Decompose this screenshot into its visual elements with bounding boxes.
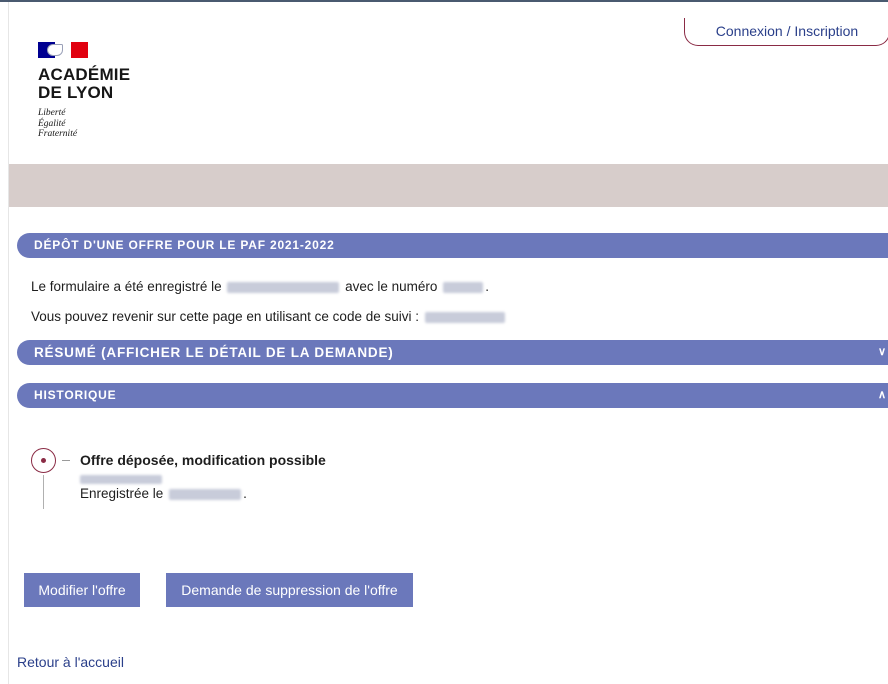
history-entry-saved: Enregistrée le . [80, 486, 247, 501]
timeline-marker-icon [31, 448, 56, 473]
deposit-section-header: DÉPÔT D'UNE OFFRE POUR LE PAF 2021-2022 [17, 233, 888, 258]
history-section-toggle[interactable]: HISTORIQUE ∧ [17, 383, 888, 408]
login-signup-button[interactable]: Connexion / Inscription [684, 18, 888, 46]
chevron-down-icon: ∨ [877, 346, 886, 358]
redacted-saved-date [169, 488, 242, 500]
header-band [9, 164, 888, 207]
academy-logo-title: ACADÉMIE DE LYON [38, 66, 130, 102]
redacted-number [443, 281, 484, 293]
redacted-tracking-code [424, 311, 505, 323]
history-section-title: HISTORIQUE [34, 388, 117, 402]
tracking-prefix: Vous pouvez revenir sur cette page en ut… [31, 309, 419, 324]
tracking-code-text: Vous pouvez revenir sur cette page en ut… [31, 309, 507, 324]
request-delete-offer-button[interactable]: Demande de suppression de l'offre [166, 573, 413, 607]
motto-fraternite: Fraternité [38, 129, 78, 139]
republic-motto: Liberté Égalité Fraternité [38, 108, 77, 140]
history-saved-suffix: . [243, 486, 247, 501]
redacted-entry-date [80, 475, 162, 485]
redacted-date [227, 281, 340, 293]
saved-suffix: . [485, 279, 489, 294]
back-to-home-link[interactable]: Retour à l'accueil [17, 654, 124, 670]
summary-section-title: RÉSUMÉ (AFFICHER LE DÉTAIL DE LA DEMANDE… [34, 345, 394, 360]
saved-confirmation-text: Le formulaire a été enregistré le avec l… [31, 279, 489, 294]
saved-prefix: Le formulaire a été enregistré le [31, 279, 222, 294]
saved-middle: avec le numéro [345, 279, 438, 294]
marianne-logo-icon [38, 42, 88, 58]
timeline-line [43, 475, 44, 509]
history-saved-prefix: Enregistrée le [80, 486, 164, 501]
motto-egalite: Égalité [38, 118, 66, 129]
academy-line-1: ACADÉMIE [38, 65, 131, 84]
timeline-connector [62, 460, 70, 461]
history-entry-title: Offre déposée, modification possible [80, 452, 326, 468]
chevron-up-icon: ∧ [877, 389, 886, 401]
summary-section-toggle[interactable]: RÉSUMÉ (AFFICHER LE DÉTAIL DE LA DEMANDE… [17, 340, 888, 365]
motto-liberte: Liberté [38, 108, 66, 118]
academy-line-2: DE LYON [38, 83, 114, 102]
deposit-section-title: DÉPÔT D'UNE OFFRE POUR LE PAF 2021-2022 [34, 238, 335, 252]
modify-offer-button[interactable]: Modifier l'offre [24, 573, 140, 607]
